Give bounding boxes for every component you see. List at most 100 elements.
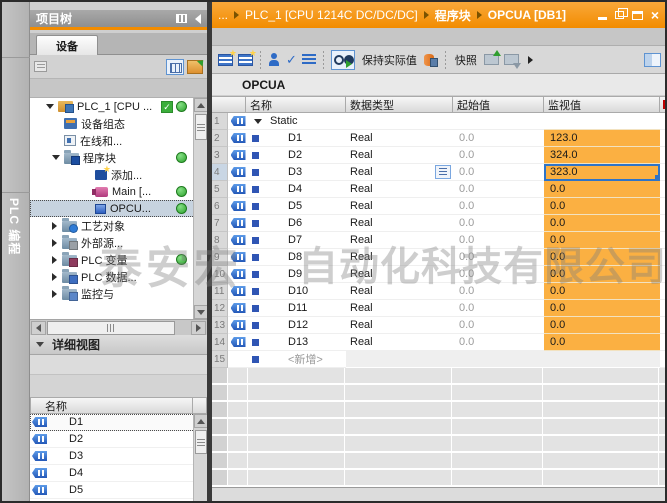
name-cell[interactable]: D6 xyxy=(248,215,346,232)
table-row-d5[interactable]: 6 D5 Real 0.0 0.0 xyxy=(212,198,667,215)
name-cell[interactable]: D4 xyxy=(248,181,346,198)
name-cell[interactable]: D11 xyxy=(248,300,346,317)
scrollbar-thumb[interactable] xyxy=(195,430,207,454)
type-cell[interactable]: Real xyxy=(346,130,453,147)
tree-item-watch-tables[interactable]: 监控与 xyxy=(30,285,207,302)
expander-open-icon[interactable] xyxy=(254,119,262,124)
name-cell[interactable]: D7 xyxy=(248,232,346,249)
more-commands-icon[interactable] xyxy=(528,56,533,64)
start-value-cell[interactable]: 0.0 xyxy=(453,198,544,215)
expander-closed-icon[interactable] xyxy=(52,239,57,247)
tree-item-device-config[interactable]: 设备组态 xyxy=(30,115,207,132)
type-cell[interactable]: Real xyxy=(346,300,453,317)
type-cell[interactable] xyxy=(346,113,453,130)
type-cell[interactable]: Real xyxy=(346,181,453,198)
monitor-value-cell[interactable]: 0.0 xyxy=(544,232,660,249)
scroll-right-button[interactable] xyxy=(191,321,206,335)
breadcrumb-program-blocks[interactable]: 程序块 xyxy=(435,7,471,24)
name-cell[interactable]: D1 xyxy=(248,130,346,147)
maximize-icon[interactable] xyxy=(632,11,643,20)
column-header-datatype[interactable]: 数据类型 xyxy=(346,96,453,113)
monitor-value-cell[interactable]: 0.0 xyxy=(544,249,660,266)
restore-icon[interactable] xyxy=(615,11,624,19)
monitor-value-cell[interactable]: 0.0 xyxy=(544,334,660,351)
type-cell[interactable]: Real xyxy=(346,215,453,232)
table-row-d6[interactable]: 7 D6 Real 0.0 0.0 xyxy=(212,215,667,232)
detail-view-header[interactable]: 详细视图 xyxy=(30,335,207,355)
monitor-value-cell[interactable]: 324.0 xyxy=(544,147,660,164)
close-icon[interactable]: × xyxy=(651,9,659,21)
monitor-value-cell[interactable]: 0.0 xyxy=(544,300,660,317)
type-cell[interactable]: Real xyxy=(346,334,453,351)
tree-item-plc1[interactable]: PLC_1 [CPU ... ✓ xyxy=(30,98,207,115)
table-row-static[interactable]: 1 Static xyxy=(212,113,667,130)
table-row-d13[interactable]: 14 D13 Real 0.0 0.0 xyxy=(212,334,667,351)
column-header-monitorvalue[interactable]: 监视值 xyxy=(544,96,660,113)
tree-item-plc-datatypes[interactable]: PLC 数据... xyxy=(30,268,207,285)
tree-item-add-block[interactable]: 添加... xyxy=(30,166,207,183)
detail-row-d3[interactable]: D3 xyxy=(30,448,207,465)
load-snapshot-icon[interactable] xyxy=(504,54,519,65)
start-value-cell[interactable]: 0.0 xyxy=(453,232,544,249)
start-value-cell[interactable]: 0.0 xyxy=(453,164,544,181)
breadcrumb-ellipsis[interactable]: ... xyxy=(218,8,228,22)
table-row-d11[interactable]: 12 D11 Real 0.0 0.0 xyxy=(212,300,667,317)
expander-closed-icon[interactable] xyxy=(52,222,57,230)
monitor-value-cell[interactable] xyxy=(544,351,660,368)
expander-open-icon[interactable] xyxy=(46,104,54,109)
tree-item-plc-tags[interactable]: PLC 变量 xyxy=(30,251,207,268)
retain-db-lock-icon[interactable] xyxy=(424,53,438,67)
name-cell[interactable]: D9 xyxy=(248,266,346,283)
tree-vertical-scrollbar[interactable] xyxy=(193,98,207,319)
column-header-name[interactable]: 名称 xyxy=(246,96,346,113)
start-value-cell[interactable]: 0.0 xyxy=(453,215,544,232)
rail-tab-plc-programming[interactable]: PLC 编程 xyxy=(6,198,23,255)
copy-snapshot-to-start-icon[interactable] xyxy=(484,54,499,65)
expander-open-icon[interactable] xyxy=(52,155,60,160)
start-value-cell[interactable]: 0.0 xyxy=(453,334,544,351)
table-row-add-new[interactable]: 15 <新增> xyxy=(212,351,667,368)
name-cell[interactable]: D5 xyxy=(248,198,346,215)
type-cell[interactable]: Real xyxy=(346,266,453,283)
type-cell[interactable]: Real xyxy=(346,198,453,215)
scrollbar-thumb[interactable] xyxy=(47,321,175,335)
scroll-left-button[interactable] xyxy=(31,321,46,335)
monitor-value-cell-selected[interactable]: 323.0 xyxy=(544,164,660,181)
type-cell[interactable]: Real xyxy=(346,147,453,164)
scroll-down-button[interactable] xyxy=(194,305,207,319)
expander-closed-icon[interactable] xyxy=(52,290,57,298)
name-cell[interactable]: <新增> xyxy=(248,351,346,368)
monitor-value-cell[interactable]: 0.0 xyxy=(544,283,660,300)
detail-row-d1[interactable]: D1 xyxy=(30,414,207,431)
type-cell[interactable] xyxy=(346,351,453,368)
scrollbar-thumb[interactable] xyxy=(195,114,207,140)
column-header-startvalue[interactable]: 起始值 xyxy=(453,96,544,113)
type-cell[interactable]: Real xyxy=(346,164,453,181)
start-value-cell[interactable]: 0.0 xyxy=(453,130,544,147)
tree-item-opcua-db[interactable]: OPCU... xyxy=(30,200,207,217)
name-cell[interactable]: D3 xyxy=(248,164,346,181)
tab-devices[interactable]: 设备 xyxy=(36,35,98,55)
monitor-value-cell[interactable]: 0.0 xyxy=(544,317,660,334)
start-value-cell[interactable] xyxy=(453,113,544,130)
tree-item-program-blocks[interactable]: 程序块 xyxy=(30,149,207,166)
start-value-cell[interactable]: 0.0 xyxy=(453,317,544,334)
monitor-all-toggle-icon[interactable] xyxy=(331,50,355,70)
monitor-value-cell[interactable]: 0.0 xyxy=(544,198,660,215)
start-value-cell[interactable]: 0.0 xyxy=(453,266,544,283)
table-row-d10[interactable]: 11 D10 Real 0.0 0.0 xyxy=(212,283,667,300)
insert-row-icon[interactable] xyxy=(218,54,233,66)
monitor-value-cell[interactable] xyxy=(544,113,660,130)
detail-view-scrollbar[interactable] xyxy=(193,414,207,501)
breadcrumb-plc1[interactable]: PLC_1 [CPU 1214C DC/DC/DC] xyxy=(245,8,418,22)
detail-name-column-header[interactable]: 名称 xyxy=(30,397,193,414)
tree-item-external-sources[interactable]: 外部源... xyxy=(30,234,207,251)
name-cell[interactable]: D10 xyxy=(248,283,346,300)
table-row-d3[interactable]: 4 D3 Real 0.0 323.0 xyxy=(212,164,667,181)
tree-item-online-diag[interactable]: 在线和... xyxy=(30,132,207,149)
type-cell[interactable]: Real xyxy=(346,249,453,266)
table-row-d9[interactable]: 10 D9 Real 0.0 0.0 xyxy=(212,266,667,283)
keep-actual-values-button[interactable]: 保持实际值 xyxy=(362,52,417,68)
name-cell[interactable]: D8 xyxy=(248,249,346,266)
type-cell[interactable]: Real xyxy=(346,283,453,300)
